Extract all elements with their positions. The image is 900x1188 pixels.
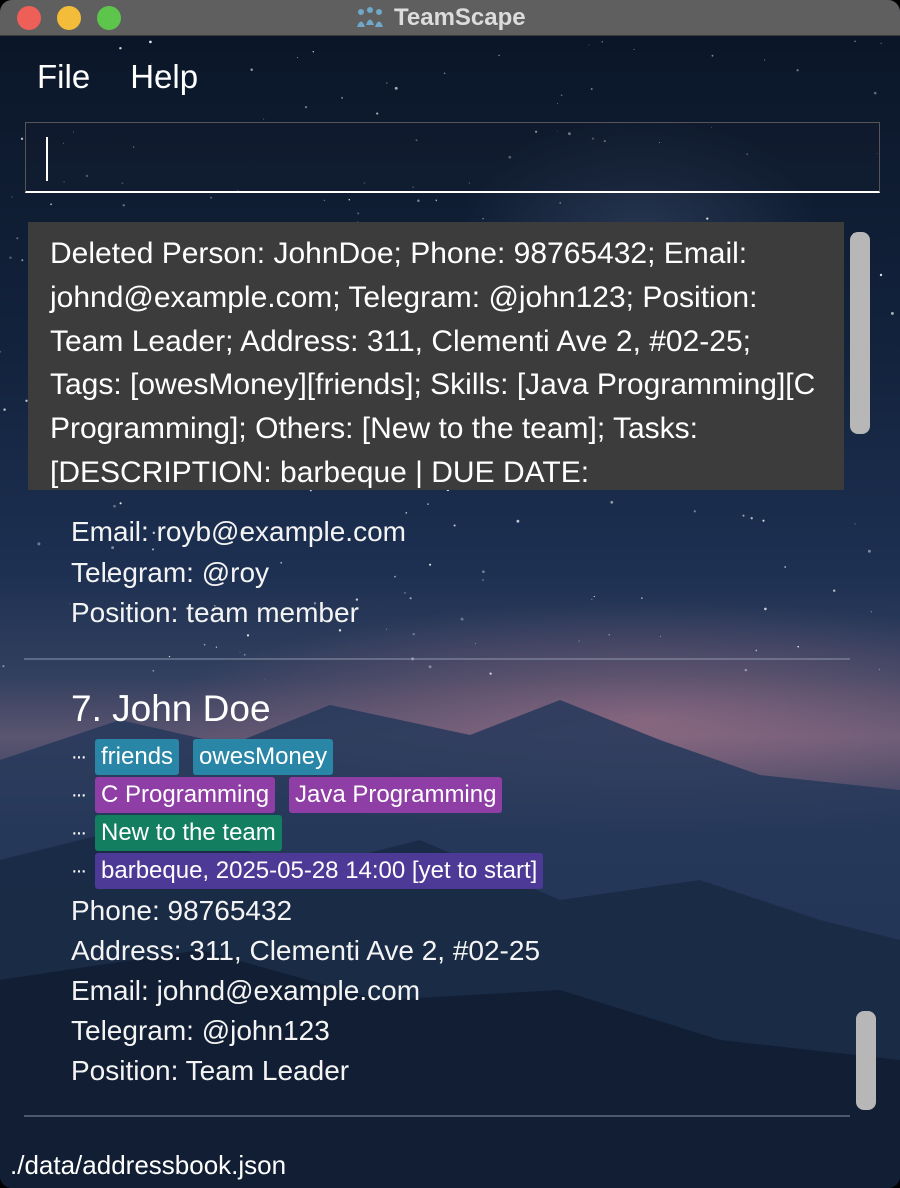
others-row: ··· New to the team [71,815,282,851]
person-address: Address: 311, Clementi Ave 2, #02-25 [71,935,541,966]
window-title-text: TeamScape [394,4,526,31]
zoom-window-button[interactable] [97,6,121,30]
save-location: ./data/addressbook.json [10,1150,287,1180]
ellipsis-icon: ··· [71,821,87,844]
close-window-button[interactable] [17,6,41,30]
window-title: TeamScape [354,3,526,33]
app-window: TeamScape File Help Deleted Person: John… [0,0,900,1188]
skills-row: ··· C Programming Java Programming [71,777,503,813]
team-icon [357,7,383,27]
person-email: Email: johnd@example.com [71,975,421,1006]
menu-bar: File Help [37,58,198,96]
person-name: 7. John Doe [71,688,271,729]
text-caret [46,137,48,181]
person-phone: Phone: 98765432 [71,895,293,926]
card-divider [24,658,850,660]
result-scrollbar[interactable] [850,232,870,434]
previous-card-email: Email: royb@example.com [71,516,406,547]
menu-help[interactable]: Help [130,58,198,96]
ellipsis-icon: ··· [71,859,87,882]
previous-card-position: Position: team member [71,597,359,628]
ellipsis-icon: ··· [71,783,87,806]
title-bar: TeamScape [0,0,900,36]
previous-card-telegram: Telegram: @roy [71,557,270,588]
result-message: Deleted Person: JohnDoe; Phone: 98765432… [50,237,816,489]
menu-file[interactable]: File [37,58,90,96]
person-position: Position: Team Leader [71,1055,350,1086]
ellipsis-icon: ··· [71,745,87,768]
skill-chip: Java Programming [289,777,503,813]
result-display[interactable]: Deleted Person: JohnDoe; Phone: 98765432… [28,222,844,490]
status-bar: ./data/addressbook.json [0,1140,900,1188]
other-chip: New to the team [95,815,282,851]
card-divider [24,1115,850,1117]
tasks-row: ··· barbeque, 2025-05-28 14:00 [yet to s… [71,853,544,889]
skill-chip: C Programming [95,777,276,813]
person-list-scrollbar[interactable] [856,1011,876,1110]
minimize-window-button[interactable] [57,6,81,30]
person-telegram: Telegram: @john123 [71,1015,330,1046]
task-chip: barbeque, 2025-05-28 14:00 [yet to start… [95,853,544,889]
command-input[interactable] [25,122,880,193]
tag-chip: friends [95,739,180,775]
tag-chip: owesMoney [193,739,334,775]
tags-row: ··· friends owesMoney [71,739,334,775]
